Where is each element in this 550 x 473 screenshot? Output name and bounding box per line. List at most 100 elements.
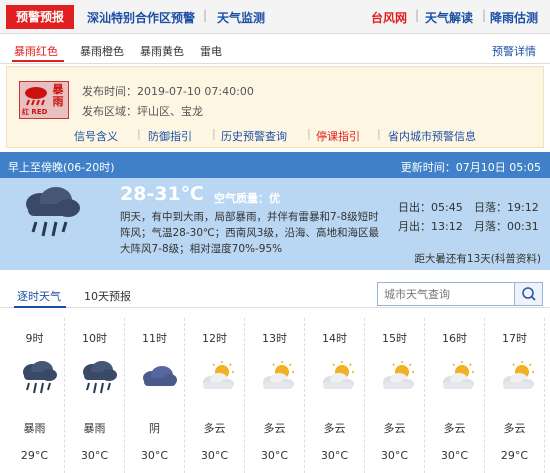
hour-condition: 多云 [383, 422, 406, 435]
partly-cloudy-icon [438, 360, 478, 396]
city-search [377, 282, 543, 306]
partly-cloudy-icon [498, 360, 538, 396]
hour-time: 9时 [25, 332, 44, 345]
province-warning-link[interactable]: 省内城市预警信息 [388, 128, 476, 144]
nav-weather-interpretation[interactable]: 天气解读 [425, 9, 473, 26]
hour-column: 9时暴雨 29°C [5, 318, 65, 473]
hour-column: 13时 多云 30°C [245, 318, 305, 473]
hour-time: 17时 [502, 332, 527, 345]
nav-separator: | [415, 8, 420, 22]
hour-column: 15时多云 30°C [365, 318, 425, 473]
sunrise: 日出：05:45 [398, 201, 463, 214]
temperature-range: 28-31℃ [120, 183, 204, 205]
hour-condition: 阴 [149, 422, 160, 435]
top-nav: 预警预报 深汕特别合作区预警 | 天气监测 台风网 | 天气解读 | 降雨估测 [0, 0, 550, 34]
update-time: 更新时间：07月10日 05:05 [400, 161, 541, 174]
warning-icon-level: 红 RED [22, 108, 48, 116]
publish-time: 发布时间：2019-07-10 07:40:00 [82, 85, 254, 98]
hour-time: 13时 [262, 332, 287, 345]
overcast-icon [138, 360, 178, 396]
warning-tabs: 暴雨红色 暴雨橙色 暴雨黄色 雷电 预警详情 [0, 34, 550, 64]
hour-time: 15时 [382, 332, 407, 345]
active-tab-indicator [14, 306, 66, 308]
nav-weather-monitor[interactable]: 天气监测 [217, 9, 265, 26]
hour-temperature: 30°C [140, 449, 169, 462]
moonset: 月落：00:31 [474, 220, 539, 233]
heavy-rain-icon [78, 360, 118, 396]
rainstorm-red-warning-icon: 暴雨 红 RED [19, 81, 69, 119]
hour-condition: 多云 [503, 422, 526, 435]
heavy-rain-icon [26, 187, 80, 237]
hourly-forecast: 9时暴雨 29°C 10时暴雨 30°C 11时阴 30°C 12时多云 30°C 13时多云 3… [0, 318, 550, 473]
hour-time: 12时 [202, 332, 227, 345]
air-quality: 空气质量：优 [214, 192, 280, 205]
forecast-panel: 早上至傍晚(06-20时) 更新时间：07月10日 05:05 28-31℃ 空… [0, 152, 550, 270]
hour-condition: 暴雨 [83, 422, 106, 435]
hour-column: 16时多云 30°C [425, 318, 485, 473]
tab-rainstorm-orange[interactable]: 暴雨橙色 [80, 43, 124, 59]
active-tab-indicator [12, 60, 64, 62]
link-separator: | [137, 127, 141, 140]
hour-condition: 多云 [443, 422, 466, 435]
partly-cloudy-icon [378, 360, 418, 396]
hour-time: 10时 [82, 332, 107, 345]
hour-time: 14时 [322, 332, 347, 345]
sunset: 日落：19:12 [474, 201, 539, 214]
heavy-rain-icon [18, 360, 58, 396]
defense-guide-link[interactable]: 防御指引 [148, 128, 192, 144]
link-separator: | [212, 127, 216, 140]
partly-cloudy-icon [198, 360, 238, 396]
tab-thunder[interactable]: 雷电 [200, 43, 222, 59]
hour-temperature: 30°C [440, 449, 469, 462]
tab-10-day-forecast[interactable]: 10天预报 [84, 288, 131, 304]
tab-rainstorm-yellow[interactable]: 暴雨黄色 [140, 43, 184, 59]
hourly-tabs: 逐时天气 10天预报 [0, 272, 550, 308]
hour-column: 17时多云 29°C [485, 318, 545, 473]
hour-temperature: 29°C [500, 449, 529, 462]
hour-temperature: 29°C [20, 449, 49, 462]
hour-temperature: 30°C [380, 449, 409, 462]
hour-time: 11时 [142, 332, 167, 345]
tab-hourly-weather[interactable]: 逐时天气 [17, 288, 61, 304]
partly-cloudy-icon [258, 360, 298, 396]
nav-typhoon[interactable]: 台风网 [371, 9, 407, 26]
nav-separator: | [482, 8, 487, 22]
hour-column: 10时暴雨 30°C [65, 318, 125, 473]
partly-cloudy-icon [318, 360, 358, 396]
alert-forecast-button[interactable]: 预警预报 [6, 5, 74, 29]
link-separator: | [307, 127, 311, 140]
warning-details-link[interactable]: 预警详情 [492, 43, 536, 59]
warning-icon-char: 暴雨 [52, 83, 64, 108]
nav-separator: | [203, 8, 208, 22]
hour-time: 16时 [442, 332, 467, 345]
search-button[interactable] [514, 283, 542, 305]
hour-temperature: 30°C [200, 449, 229, 462]
moonrise: 月出：13:12 [398, 220, 463, 233]
publish-area: 发布区域：坪山区、宝龙 [82, 105, 203, 118]
hour-condition: 多云 [323, 422, 346, 435]
hour-temperature: 30°C [320, 449, 349, 462]
solar-term-countdown-link[interactable]: 距大暑还有13天(科普资料) [414, 251, 541, 266]
history-query-link[interactable]: 历史预警查询 [221, 128, 287, 144]
city-search-input[interactable] [378, 283, 514, 305]
class-suspension-link[interactable]: 停课指引 [316, 128, 360, 144]
hour-condition: 暴雨 [23, 422, 46, 435]
tab-rainstorm-red[interactable]: 暴雨红色 [14, 43, 58, 59]
hour-condition: 多云 [263, 422, 286, 435]
hour-condition: 多云 [203, 422, 226, 435]
signal-meaning-link[interactable]: 信号含义 [74, 128, 118, 144]
hour-column: 11时阴 30°C [125, 318, 185, 473]
forecast-header: 早上至傍晚(06-20时) 更新时间：07月10日 05:05 [0, 152, 550, 178]
hour-column: 14时多云 30°C [305, 318, 365, 473]
rain-cloud-icon [25, 87, 47, 106]
search-icon [522, 287, 536, 301]
nav-rain-estimate[interactable]: 降雨估测 [490, 9, 538, 26]
hour-column: 12时多云 30°C [185, 318, 245, 473]
hour-temperature: 30°C [80, 449, 109, 462]
warning-links: 信号含义 | 防御指引 | 历史预警查询 | 停课指引 | 省内城市预警信息 [7, 125, 543, 145]
link-separator: | [377, 127, 381, 140]
forecast-description: 阴天，有中到大雨，局部暴雨，并伴有雷暴和7-8级短时阵风；气温28-30℃；西南… [120, 211, 379, 255]
warning-panel: 暴雨 红 RED 发布时间：2019-07-10 07:40:00 发布区域：坪… [6, 66, 544, 148]
nav-shenshan-warning[interactable]: 深汕特别合作区预警 [87, 9, 195, 26]
forecast-period: 早上至傍晚(06-20时) [8, 161, 115, 174]
